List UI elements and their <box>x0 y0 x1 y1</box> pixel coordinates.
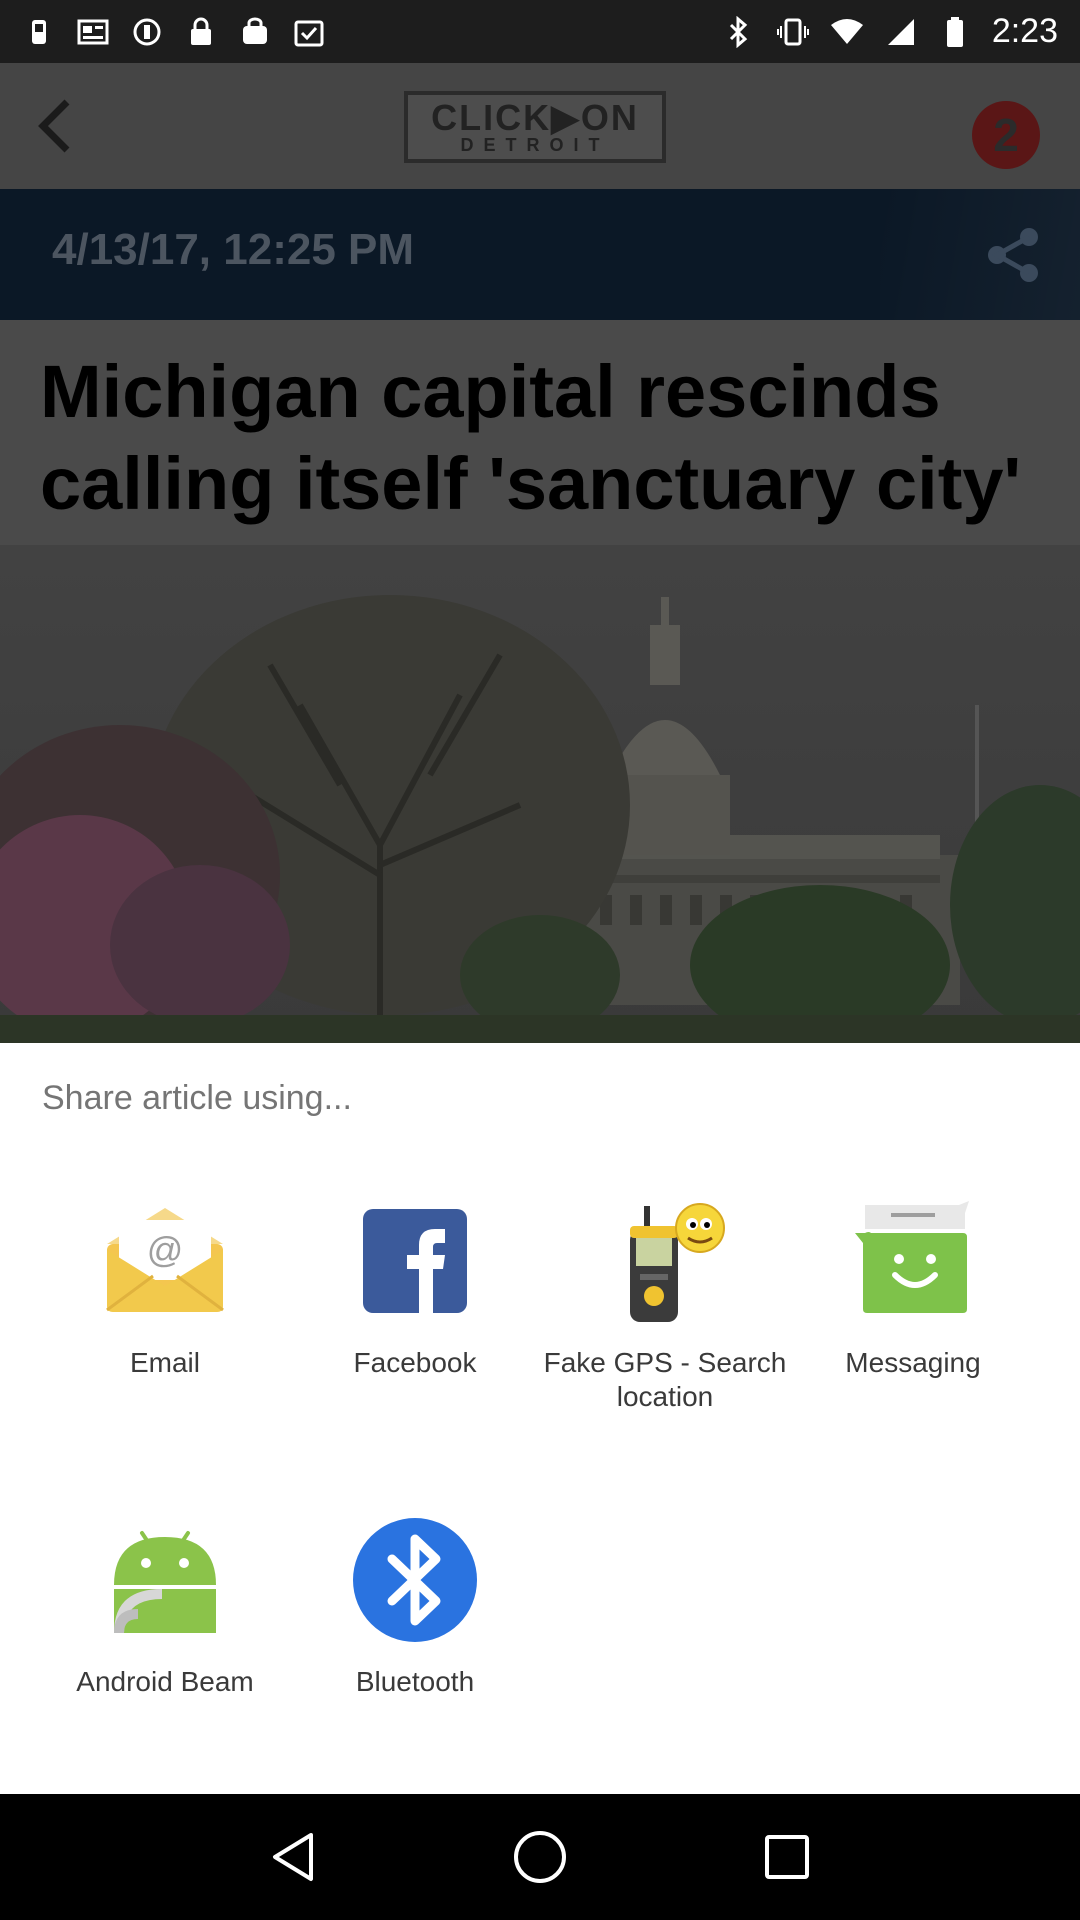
email-icon: @ <box>100 1196 230 1326</box>
article-meta-bar: 4/13/17, 12:25 PM <box>0 189 1080 320</box>
logo-top-text: CLICK▶ON <box>431 97 639 138</box>
android-beam-icon <box>100 1515 230 1645</box>
share-option-label: Email <box>129 1347 200 1378</box>
bluetooth-icon <box>722 15 756 49</box>
bluetooth-icon <box>350 1515 480 1645</box>
lock-icon <box>184 15 218 49</box>
share-option-label: Fake GPS - Search location <box>543 1347 787 1412</box>
recents-icon <box>764 1835 809 1879</box>
nav-home-button[interactable] <box>510 1827 570 1887</box>
share-option-fake-gps[interactable]: Fake GPS - Search location <box>540 1196 790 1414</box>
share-option-label: Android Beam <box>76 1666 254 1697</box>
share-sheet: Share article using... @ Email Facebook <box>0 1043 1080 1794</box>
system-icons: 2:23 <box>722 12 1058 51</box>
svg-text:@: @ <box>147 1229 184 1270</box>
clipboard-check-icon <box>292 15 326 49</box>
status-bar: 2:23 <box>0 0 1080 63</box>
news-icon <box>76 15 110 49</box>
battery-icon <box>938 15 972 49</box>
article-headline: Michigan capital rescinds calling itself… <box>40 350 1022 525</box>
navigation-bar <box>0 1794 1080 1920</box>
messaging-icon <box>848 1196 978 1326</box>
bag-icon <box>238 15 272 49</box>
vibrate-icon <box>776 15 810 49</box>
back-button[interactable] <box>20 91 90 161</box>
home-icon <box>513 1831 566 1883</box>
back-icon <box>273 1833 314 1881</box>
signal-icon <box>884 15 918 49</box>
app-bar: CLICK▶ON DETROIT 2 <box>0 63 1080 189</box>
channel-2-badge[interactable]: 2 <box>972 101 1040 169</box>
fake-gps-icon <box>600 1196 730 1326</box>
clock: 2:23 <box>991 12 1058 50</box>
share-option-label: Bluetooth <box>355 1666 475 1697</box>
article-photo <box>0 545 1080 1043</box>
nav-recents-button[interactable] <box>757 1827 817 1887</box>
notification-icons <box>22 15 326 49</box>
headline-area: Michigan capital rescinds calling itself… <box>0 320 1080 545</box>
nav-back-button[interactable] <box>263 1827 323 1887</box>
logo-bottom-text: DETROIT <box>460 135 610 155</box>
share-button[interactable] <box>980 222 1046 288</box>
circle-icon <box>130 15 164 49</box>
facebook-icon <box>350 1196 480 1326</box>
share-option-messaging[interactable]: Messaging <box>788 1196 1038 1380</box>
share-option-label: Facebook <box>353 1347 477 1378</box>
share-icon <box>988 228 1038 282</box>
capitol-photo-image <box>0 545 1080 1043</box>
share-option-email[interactable]: @ Email <box>40 1196 290 1380</box>
article-date: 4/13/17, 12:25 PM <box>52 225 415 274</box>
share-option-facebook[interactable]: Facebook <box>290 1196 540 1380</box>
chevron-left-icon <box>38 99 70 153</box>
share-option-bluetooth[interactable]: Bluetooth <box>290 1515 540 1699</box>
share-sheet-title: Share article using... <box>42 1079 352 1117</box>
fake-gps-icon <box>22 15 56 49</box>
share-option-label: Messaging <box>845 1347 981 1378</box>
share-option-android-beam[interactable]: Android Beam <box>40 1515 290 1699</box>
clickondetroit-logo: CLICK▶ON DETROIT <box>404 91 666 163</box>
wifi-icon <box>830 15 864 49</box>
